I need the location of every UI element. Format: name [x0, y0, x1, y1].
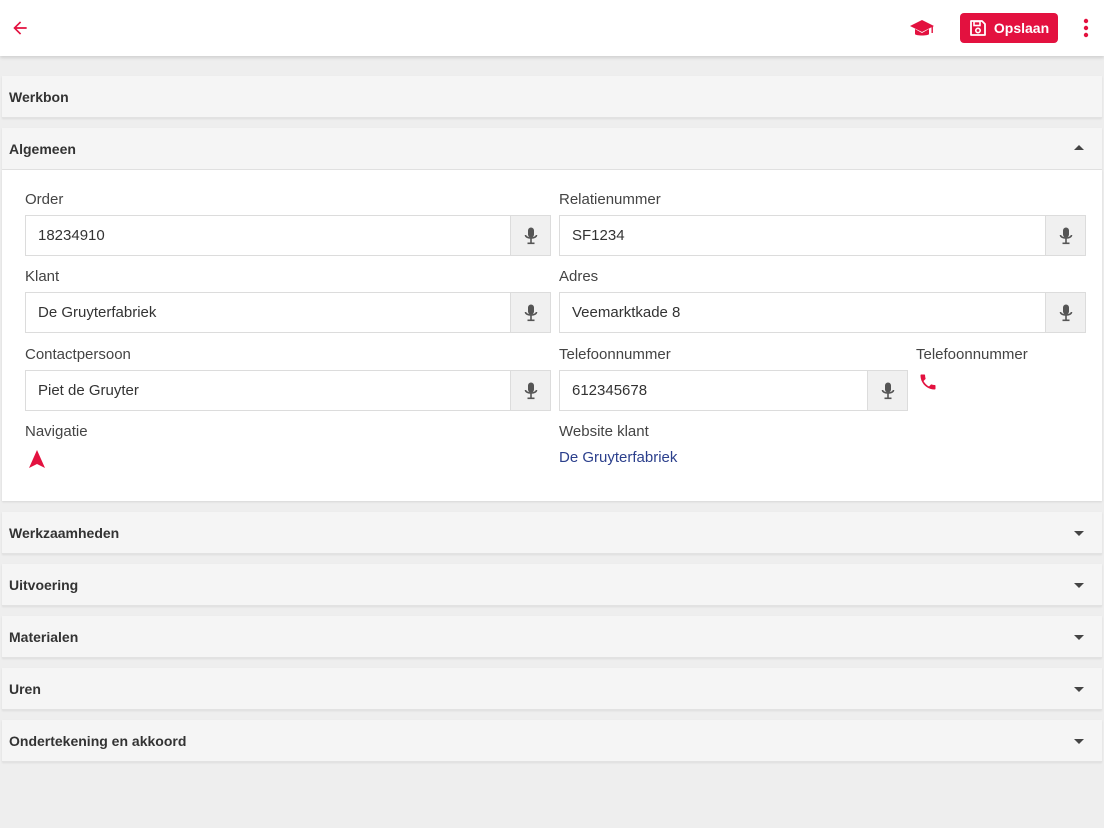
back-button[interactable] — [6, 14, 34, 42]
section-ondertekening[interactable]: Ondertekening en akkoord — [2, 720, 1102, 762]
section-werkbon[interactable]: Werkbon — [2, 76, 1102, 118]
section-werkzaamheden-title: Werkzaamheden — [9, 524, 120, 541]
klant-field — [25, 292, 551, 333]
chevron-down-icon — [1074, 635, 1084, 640]
chevron-down-icon — [1074, 687, 1084, 692]
section-materialen-title: Materialen — [9, 628, 79, 645]
microphone-icon — [524, 304, 537, 321]
navigatie-label: Navigatie — [25, 423, 88, 440]
adres-field — [559, 292, 1086, 333]
chevron-down-icon — [1074, 583, 1084, 588]
more-options-button[interactable] — [1074, 14, 1098, 42]
save-button-label: Opslaan — [993, 20, 1050, 36]
phone-icon — [920, 374, 936, 390]
microphone-icon — [524, 382, 537, 399]
telefoon-call-label: Telefoonnummer — [916, 346, 1028, 363]
adres-input[interactable] — [560, 293, 1045, 332]
relatienummer-input[interactable] — [560, 216, 1045, 255]
website-label: Website klant — [559, 423, 649, 440]
order-field — [25, 215, 551, 256]
contactpersoon-mic-button[interactable] — [510, 371, 550, 410]
section-werkbon-title: Werkbon — [9, 88, 69, 105]
order-input[interactable] — [26, 216, 510, 255]
contactpersoon-input[interactable] — [26, 371, 510, 410]
back-arrow-icon — [13, 21, 27, 35]
klant-mic-button[interactable] — [510, 293, 550, 332]
education-button[interactable] — [907, 14, 937, 44]
algemeen-panel-body: Order Relatienummer Klant — [2, 170, 1102, 501]
section-uren[interactable]: Uren — [2, 668, 1102, 710]
chevron-up-icon — [1074, 145, 1084, 150]
klant-input[interactable] — [26, 293, 510, 332]
telefoonnummer-field — [559, 370, 908, 411]
save-button[interactable]: Opslaan — [960, 13, 1058, 43]
order-mic-button[interactable] — [510, 216, 550, 255]
navigation-button[interactable] — [26, 448, 48, 470]
section-uitvoering[interactable]: Uitvoering — [2, 564, 1102, 606]
section-uren-title: Uren — [9, 680, 41, 697]
section-uitvoering-title: Uitvoering — [9, 576, 79, 593]
call-button[interactable] — [916, 370, 940, 394]
telefoonnummer-mic-button[interactable] — [867, 371, 907, 410]
microphone-icon — [524, 227, 537, 244]
more-vertical-icon — [1083, 18, 1089, 38]
microphone-icon — [1059, 304, 1072, 321]
graduation-cap-icon — [910, 20, 934, 36]
navigation-arrow-icon — [29, 450, 45, 468]
chevron-down-icon — [1074, 739, 1084, 744]
section-algemeen[interactable]: Algemeen — [2, 128, 1102, 170]
section-algemeen-title: Algemeen — [9, 140, 76, 157]
relatienummer-mic-button[interactable] — [1045, 216, 1085, 255]
adres-label: Adres — [559, 268, 599, 285]
section-ondertekening-title: Ondertekening en akkoord — [9, 732, 187, 749]
website-link[interactable]: De Gruyterfabriek — [559, 449, 677, 466]
microphone-icon — [881, 382, 894, 399]
relatienummer-field — [559, 215, 1086, 256]
contactpersoon-field — [25, 370, 551, 411]
klant-label: Klant — [25, 268, 60, 285]
telefoonnummer-label: Telefoonnummer — [559, 346, 671, 363]
microphone-icon — [1059, 227, 1072, 244]
floppy-disk-icon — [969, 20, 986, 36]
top-app-bar: Opslaan — [0, 0, 1104, 56]
relatienummer-label: Relatienummer — [559, 191, 661, 208]
contactpersoon-label: Contactpersoon — [25, 346, 131, 363]
adres-mic-button[interactable] — [1045, 293, 1085, 332]
section-werkzaamheden[interactable]: Werkzaamheden — [2, 512, 1102, 554]
section-materialen[interactable]: Materialen — [2, 616, 1102, 658]
chevron-down-icon — [1074, 531, 1084, 536]
order-label: Order — [25, 191, 64, 208]
telefoonnummer-input[interactable] — [560, 371, 867, 410]
